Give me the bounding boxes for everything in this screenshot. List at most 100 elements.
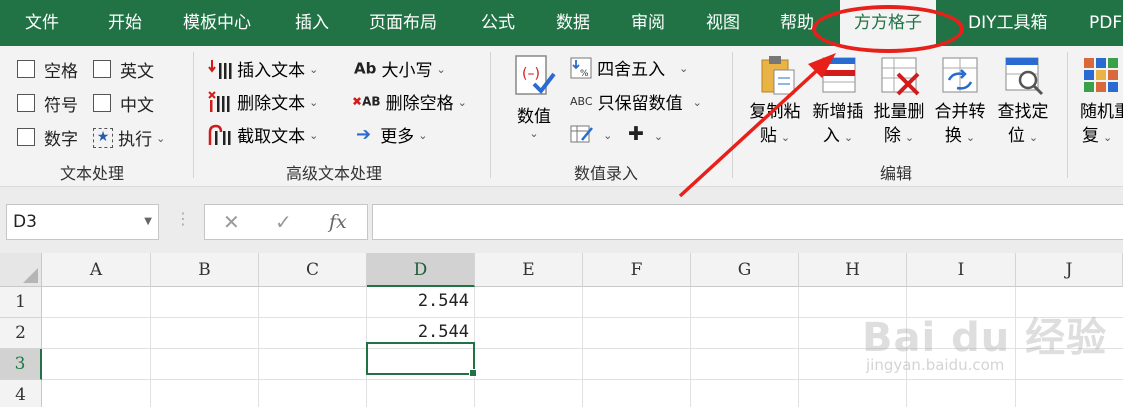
column-header-b[interactable]: B	[151, 253, 259, 287]
extract-text-button[interactable]: 截取文本 ⌄	[208, 122, 318, 147]
gridline	[42, 379, 1123, 380]
tab-help[interactable]: 帮助	[780, 0, 814, 46]
chevron-down-icon: ⌄	[156, 132, 166, 145]
execute-button[interactable]: ★ 执行 ⌄	[93, 125, 166, 150]
round-label: 四舍五入	[597, 60, 666, 80]
chevron-down-icon: ⌄	[529, 127, 539, 140]
edit-sheet-button[interactable]: ⌄	[570, 123, 612, 145]
column-header-a[interactable]: A	[42, 253, 151, 287]
tab-view[interactable]: 视图	[706, 0, 740, 46]
insert-text-label: 插入文本	[237, 61, 306, 81]
table-edit-icon	[570, 125, 593, 143]
function-icon[interactable]: fx	[329, 205, 347, 239]
tab-insert[interactable]: 插入	[295, 0, 329, 46]
tab-page-layout[interactable]: 页面布局	[369, 0, 437, 46]
arrow-right-icon: ➔	[356, 124, 372, 145]
random-grid-icon	[1084, 58, 1118, 92]
chevron-down-icon: ⌄	[309, 96, 319, 109]
column-header-g[interactable]: G	[691, 253, 799, 287]
tab-fangfanggezi[interactable]: 方方格子	[840, 0, 936, 48]
merge-convert-button[interactable]: 合并转 换 ⌄	[931, 54, 989, 150]
english-label: 英文	[120, 62, 154, 82]
number-checkbox[interactable]	[17, 128, 35, 146]
column-header-c[interactable]: C	[259, 253, 367, 287]
row-header-2[interactable]: 2	[0, 318, 42, 349]
space-label: 空格	[44, 62, 78, 82]
adv-text-group-label: 高级文本处理	[286, 164, 383, 183]
find-locate-button[interactable]: 查找定 位 ⌄	[994, 54, 1052, 150]
insert-rows-icon	[822, 57, 856, 93]
chevron-down-icon: ⌄	[679, 62, 689, 75]
abc-icon: ABC	[570, 95, 593, 108]
batch-delete-button[interactable]: 批量删 除 ⌄	[870, 54, 928, 150]
tab-review[interactable]: 审阅	[631, 0, 665, 46]
tab-template-center[interactable]: 模板中心	[183, 0, 251, 46]
tab-file[interactable]: 文件	[25, 0, 59, 46]
column-header-e[interactable]: E	[475, 253, 583, 287]
value-label: 数值	[517, 107, 551, 127]
number-label: 数字	[44, 130, 78, 150]
copy-paste-button[interactable]: 复制粘 贴 ⌄	[746, 54, 804, 150]
symbol-label: 符号	[44, 96, 78, 116]
keep-numeric-button[interactable]: ABC 只保留数值 ⌄	[570, 89, 702, 114]
insert-text-button[interactable]: 插入文本 ⌄	[208, 56, 318, 81]
chevron-down-icon: ⌄	[309, 129, 319, 142]
row-header-1[interactable]: 1	[0, 287, 42, 318]
add-button[interactable]: ✚ ⌄	[628, 123, 663, 145]
chevron-down-icon: ⌄	[1028, 131, 1039, 144]
tab-pdf[interactable]: PDF	[1089, 0, 1122, 46]
keep-numeric-label: 只保留数值	[597, 94, 683, 114]
space-checkbox[interactable]	[17, 60, 35, 78]
more-button[interactable]: ➔ 更多 ⌄	[356, 122, 427, 147]
english-checkbox[interactable]	[93, 60, 111, 78]
confirm-icon[interactable]: ✓	[275, 205, 292, 239]
delete-space-label: 删除空格	[385, 94, 454, 114]
chinese-checkbox[interactable]	[93, 94, 111, 112]
name-box[interactable]: D3 ▼	[6, 204, 159, 240]
cancel-icon[interactable]: ✕	[223, 205, 240, 239]
group-divider	[732, 52, 733, 178]
column-header-f[interactable]: F	[583, 253, 691, 287]
row-header-4[interactable]: 4	[0, 380, 42, 407]
chevron-down-icon: ⌄	[436, 63, 446, 76]
gridline	[690, 287, 691, 407]
case-button[interactable]: Ab 大小写 ⌄	[354, 56, 446, 82]
column-header-d[interactable]: D	[367, 253, 475, 287]
tab-home[interactable]: 开始	[108, 0, 142, 46]
tab-data[interactable]: 数据	[556, 0, 590, 46]
merge-convert-icon	[942, 57, 978, 93]
group-divider	[1067, 52, 1068, 178]
column-header-i[interactable]: I	[907, 253, 1016, 287]
column-header-j[interactable]: J	[1016, 253, 1123, 287]
cell-d1[interactable]: 2.544	[367, 286, 475, 317]
formula-input[interactable]	[372, 204, 1123, 240]
row-header-3[interactable]: 3	[0, 349, 42, 380]
random-repeat-button[interactable]: 随机重 复 ⌄	[1080, 54, 1123, 150]
more-label: 更多	[380, 127, 415, 147]
drag-handle-icon[interactable]: ⋮	[175, 209, 191, 228]
group-divider	[193, 52, 194, 178]
round-button[interactable]: % 四舍五入 ⌄	[570, 55, 688, 80]
symbol-checkbox[interactable]	[17, 94, 35, 112]
value-button[interactable]: (–) 数值 ⌄	[510, 54, 558, 140]
chevron-down-icon: ⌄	[965, 131, 976, 144]
plus-icon: ✚	[628, 123, 644, 145]
chevron-down-icon: ⌄	[653, 130, 664, 143]
column-header-h[interactable]: H	[799, 253, 907, 287]
tab-diy-toolbox[interactable]: DIY工具箱	[968, 0, 1048, 46]
delete-space-button[interactable]: ✖AB 删除空格 ⌄	[352, 89, 467, 114]
insert-new-button[interactable]: 新增插 入 ⌄	[809, 54, 867, 150]
case-label: 大小写	[381, 61, 433, 81]
active-cell-d3[interactable]	[366, 342, 477, 377]
delete-text-button[interactable]: 删除文本 ⌄	[208, 89, 318, 114]
delete-text-icon	[208, 90, 230, 112]
select-all-button[interactable]	[0, 253, 42, 287]
merge-convert-label-2: 换	[944, 126, 962, 146]
copy-paste-label-2: 贴	[759, 126, 777, 146]
batch-delete-label-2: 除	[883, 126, 901, 146]
name-box-value: D3	[13, 212, 37, 232]
tab-formulas[interactable]: 公式	[481, 0, 515, 46]
chevron-down-icon: ⌄	[843, 131, 854, 144]
insert-text-icon	[208, 59, 232, 79]
delete-text-label: 删除文本	[237, 94, 306, 114]
